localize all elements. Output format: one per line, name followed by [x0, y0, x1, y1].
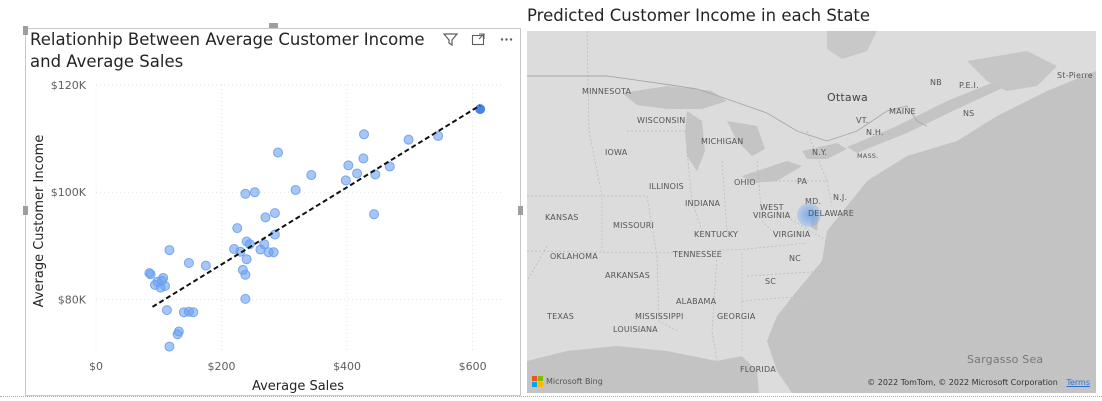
scatter-point[interactable]: [200, 260, 211, 271]
scatter-point[interactable]: [268, 247, 279, 258]
map-title: Predicted Customer Income in each State: [527, 6, 871, 25]
y-tick-label: $100K: [51, 186, 87, 199]
scatter-point[interactable]: [343, 160, 354, 171]
scatter-point[interactable]: [155, 282, 166, 293]
scatter-point[interactable]: [352, 168, 363, 179]
map-label-virginia: VIRGINIA: [773, 230, 811, 239]
scatter-point[interactable]: [340, 175, 351, 186]
x-tick-label: $600: [459, 360, 487, 373]
map-attribution: © 2022 TomTom, © 2022 Microsoft Corporat…: [867, 378, 1090, 387]
x-tick-label: $0: [89, 360, 103, 373]
map-label-nj: N.J.: [833, 193, 848, 202]
scatter-point[interactable]: [164, 341, 175, 352]
map-label-pei: P.E.I.: [959, 81, 979, 90]
scatter-point[interactable]: [240, 269, 251, 280]
scatter-point[interactable]: [240, 188, 251, 199]
scatter-point[interactable]: [249, 187, 260, 198]
map-label-michigan: MICHIGAN: [701, 137, 744, 146]
scatter-chart-visual[interactable]: Relationhip Between Average Customer Inc…: [23, 23, 523, 396]
map-label-ny: N.Y.: [812, 148, 828, 157]
map-label-ns: NS: [963, 109, 975, 118]
scatter-point[interactable]: [359, 129, 370, 140]
x-tick-label: $200: [208, 360, 236, 373]
scatter-point[interactable]: [369, 209, 380, 220]
scatter-point[interactable]: [290, 185, 301, 196]
scatter-point[interactable]: [164, 245, 175, 256]
map-canvas[interactable]: MINNESOTA WISCONSIN MICHIGAN IOWA ILLINO…: [527, 31, 1096, 393]
map-label-mass: MASS.: [857, 152, 879, 160]
y-tick-label: $120K: [51, 79, 87, 92]
map-label-delaware: DELAWARE: [808, 209, 855, 218]
map-label-oklahoma: OKLAHOMA: [550, 252, 598, 261]
map-label-georgia: GEORGIA: [717, 312, 756, 321]
scatter-point[interactable]: [161, 305, 172, 316]
map-label-nb: NB: [930, 78, 942, 87]
map-label-louisiana: LOUISIANA: [613, 325, 658, 334]
x-tick-label: $400: [333, 360, 361, 373]
map-label-sc: SC: [765, 277, 777, 286]
microsoft-logo-icon: [532, 376, 543, 387]
trend-line: [151, 104, 481, 308]
map-label-maine: MAINE: [889, 107, 916, 116]
map-label-tennessee: TENNESSEE: [673, 250, 723, 259]
bing-logo: Microsoft Bing: [532, 376, 603, 387]
scatter-point[interactable]: [145, 269, 156, 280]
map-label-nh: N.H.: [866, 128, 884, 137]
map-label-indiana: INDIANA: [685, 199, 721, 208]
attribution-text: © 2022 TomTom, © 2022 Microsoft Corporat…: [867, 378, 1058, 387]
scatter-point[interactable]: [240, 293, 251, 304]
map-label-west-virginia-2: VIRGINIA: [753, 211, 791, 220]
scatter-point[interactable]: [260, 212, 271, 223]
map-label-pa: PA: [797, 177, 808, 186]
map-label-illinois: ILLINOIS: [649, 182, 684, 191]
page-bottom-border: [0, 396, 1102, 397]
scatter-point[interactable]: [183, 257, 194, 268]
scatter-point[interactable]: [273, 147, 284, 158]
map-label-mississippi: MISSISSIPPI: [635, 312, 684, 321]
map-label-minnesota: MINNESOTA: [582, 87, 632, 96]
map-label-florida: FLORIDA: [740, 365, 776, 374]
scatter-point[interactable]: [403, 134, 414, 145]
map-label-kentucky: KENTUCKY: [694, 230, 739, 239]
y-tick-label: $80K: [58, 293, 87, 306]
map-label-texas: TEXAS: [547, 312, 574, 321]
map-label-ottawa: Ottawa: [827, 91, 868, 104]
scatter-point[interactable]: [241, 254, 252, 265]
scatter-point[interactable]: [255, 244, 266, 255]
y-axis-title: Average Customer Income: [32, 135, 47, 308]
map-label-vt: VT.: [856, 116, 869, 125]
scatter-point[interactable]: [269, 208, 280, 219]
map-label-md: MD.: [805, 197, 822, 206]
map-label-kansas: KANSAS: [545, 213, 579, 222]
map-label-arkansas: ARKANSAS: [605, 271, 650, 280]
map-label-sargasso-sea: Sargasso Sea: [967, 353, 1044, 366]
terms-link[interactable]: Terms: [1066, 378, 1090, 387]
scatter-plot-area: $0 $200 $400 $600 $80K $100K $120K Average Sal…: [32, 79, 504, 394]
map-label-nc: NC: [789, 254, 801, 263]
scatter-point[interactable]: [172, 329, 183, 340]
scatter-point[interactable]: [188, 307, 199, 318]
scatter-point[interactable]: [358, 153, 369, 164]
map-visual[interactable]: Predicted Customer Income in each State: [522, 0, 1102, 401]
x-axis-title: Average Sales: [252, 379, 344, 394]
map-label-alabama: ALABAMA: [676, 297, 717, 306]
map-label-ohio: OHIO: [734, 178, 756, 187]
scatter-point[interactable]: [306, 170, 317, 181]
scatter-point[interactable]: [232, 223, 243, 234]
map-label-stpierre: St-Pierre: [1057, 71, 1093, 80]
bing-label: Microsoft Bing: [546, 377, 603, 386]
map-label-missouri: MISSOURI: [613, 221, 655, 230]
resize-handle-top[interactable]: [269, 23, 278, 28]
map-label-iowa: IOWA: [605, 148, 628, 157]
map-label-wisconsin: WISCONSIN: [637, 116, 686, 125]
